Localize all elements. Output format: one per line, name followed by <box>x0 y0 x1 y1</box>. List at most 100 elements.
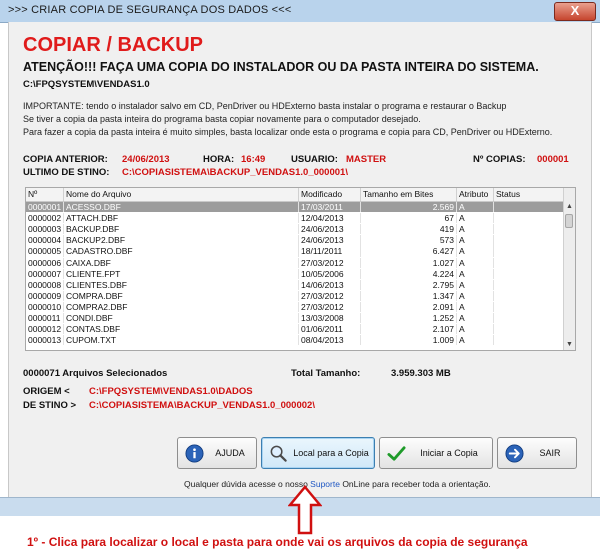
table-row[interactable]: 0000006 CAIXA.DBF 27/03/2012 1.027 A <box>26 257 564 268</box>
table-cell: A <box>457 290 494 302</box>
scroll-up-icon[interactable]: ▲ <box>564 201 575 212</box>
help-button[interactable]: AJUDA <box>177 437 257 469</box>
table-row[interactable]: 0000007 CLIENTE.FPT 10/05/2006 4.224 A <box>26 268 564 279</box>
magnifier-icon <box>270 445 287 462</box>
table-cell <box>494 257 564 268</box>
system-path: C:\FPQSYSTEM\VENDAS1.0 <box>23 79 150 90</box>
table-cell: 14/06/2013 <box>299 279 361 290</box>
table-cell: 419 <box>361 224 457 235</box>
table-row[interactable]: 0000008 CLIENTES.DBF 14/06/2013 2.795 A <box>26 279 564 290</box>
table-cell: 0000002 <box>26 213 64 224</box>
table-cell: 12/04/2013 <box>299 213 361 224</box>
table-cell: CAIXA.DBF <box>64 257 299 268</box>
table-cell: 0000007 <box>26 268 64 279</box>
table-cell <box>494 235 564 246</box>
copy-count-label: Nº COPIAS: <box>473 154 526 165</box>
table-cell: 24/06/2013 <box>299 235 361 246</box>
last-destination-path: C:\COPIASISTEMA\BACKUP_VENDAS1.0_000001\ <box>122 167 348 178</box>
warning-text: ATENÇÃO!!! FAÇA UMA COPIA DO INSTALADOR … <box>23 60 539 74</box>
table-cell: 2.569 <box>361 202 457 213</box>
main-panel: COPIAR / BACKUP ATENÇÃO!!! FAÇA UMA COPI… <box>8 22 592 497</box>
table-row[interactable]: 0000009 COMPRA.DBF 27/03/2012 1.347 A <box>26 290 564 302</box>
support-text-suffix: OnLine para receber toda a orientação. <box>339 479 491 489</box>
table-cell: A <box>457 246 494 257</box>
column-modified[interactable]: Modificado <box>299 188 361 201</box>
table-cell: 0000004 <box>26 235 64 246</box>
total-size-value: 3.959.303 MB <box>391 368 451 379</box>
start-copy-button-label: Iniciar a Copia <box>420 448 478 458</box>
origin-label: ORIGEM < <box>23 386 70 397</box>
close-button[interactable]: X <box>554 2 596 21</box>
table-cell: 6.427 <box>361 246 457 257</box>
column-size[interactable]: Tamanho em Bites <box>361 188 457 201</box>
table-cell: COMPRA2.DBF <box>64 301 299 313</box>
file-grid[interactable]: Nº Nome do Arquivo Modificado Tamanho em… <box>25 187 576 351</box>
table-cell: CLIENTE.FPT <box>64 268 299 279</box>
table-row[interactable]: 0000002 ATTACH.DBF 12/04/2013 67 A <box>26 213 564 224</box>
info-line-1: IMPORTANTE: tendo o instalador salvo em … <box>23 101 507 111</box>
table-cell: 0000011 <box>26 313 64 324</box>
copy-count-value: 000001 <box>537 154 569 165</box>
previous-copy-time: 16:49 <box>241 154 266 165</box>
table-cell: 0000008 <box>26 279 64 290</box>
table-cell: 1.252 <box>361 313 457 324</box>
table-cell: A <box>457 202 494 213</box>
last-destination-label: ULTIMO DE STINO: <box>23 167 110 178</box>
column-status[interactable]: Status <box>494 188 564 201</box>
locate-folder-button[interactable]: Local para a Copia <box>261 437 375 469</box>
origin-path: C:\FPQSYSTEM\VENDAS1.0\DADOS <box>89 386 253 397</box>
table-cell <box>494 335 564 346</box>
table-cell: 2.795 <box>361 279 457 290</box>
table-cell: 0000009 <box>26 290 64 302</box>
support-text: Qualquer dúvida acesse o nosso Suporte O… <box>184 479 491 489</box>
scroll-down-icon[interactable]: ▼ <box>564 339 575 350</box>
exit-button-label: SAIR <box>539 448 561 458</box>
window-title: >>> CRIAR COPIA DE SEGURANÇA DOS DADOS <… <box>8 4 292 16</box>
table-cell: 0000003 <box>26 224 64 235</box>
scroll-thumb[interactable] <box>565 214 573 228</box>
table-cell: BACKUP2.DBF <box>64 235 299 246</box>
start-copy-button[interactable]: Iniciar a Copia <box>379 437 493 469</box>
table-row[interactable]: 0000013 CUPOM.TXT 08/04/2013 1.009 A <box>26 335 564 346</box>
column-file-name[interactable]: Nome do Arquivo <box>64 188 299 201</box>
table-cell: 2.107 <box>361 324 457 335</box>
table-cell: 0000006 <box>26 257 64 268</box>
instruction-caption: 1º - Clica para localizar o local e past… <box>27 535 528 549</box>
table-cell <box>494 290 564 302</box>
table-cell <box>494 246 564 257</box>
table-row[interactable]: 0000001 ACESSO.DBF 17/03/2011 2.569 A <box>26 202 564 213</box>
total-size-label: Total Tamanho: <box>291 368 361 379</box>
table-cell: CUPOM.TXT <box>64 335 299 346</box>
table-cell: A <box>457 279 494 290</box>
table-cell: A <box>457 313 494 324</box>
table-row[interactable]: 0000012 CONTAS.DBF 01/06/2011 2.107 A <box>26 324 564 335</box>
backup-window: >>> CRIAR COPIA DE SEGURANÇA DOS DADOS <… <box>0 0 600 516</box>
table-cell: 1.347 <box>361 290 457 302</box>
table-cell: 1.027 <box>361 257 457 268</box>
table-cell: 24/06/2013 <box>299 224 361 235</box>
table-cell: BACKUP.DBF <box>64 224 299 235</box>
table-cell <box>494 202 564 213</box>
table-cell: 17/03/2011 <box>299 202 361 213</box>
column-number[interactable]: Nº <box>26 188 64 201</box>
table-cell: 0000013 <box>26 335 64 346</box>
table-cell <box>494 324 564 335</box>
title-bar[interactable]: >>> CRIAR COPIA DE SEGURANÇA DOS DADOS <… <box>0 0 600 23</box>
help-button-label: AJUDA <box>215 448 245 458</box>
table-cell: 0000012 <box>26 324 64 335</box>
table-cell <box>494 224 564 235</box>
table-cell: COMPRA.DBF <box>64 290 299 302</box>
table-row[interactable]: 0000004 BACKUP2.DBF 24/06/2013 573 A <box>26 235 564 246</box>
table-row[interactable]: 0000003 BACKUP.DBF 24/06/2013 419 A <box>26 224 564 235</box>
table-row[interactable]: 0000005 CADASTRO.DBF 18/11/2011 6.427 A <box>26 246 564 257</box>
user-label: USUARIO: <box>291 154 338 165</box>
exit-button[interactable]: SAIR <box>497 437 577 469</box>
column-attribute[interactable]: Atributo <box>457 188 494 201</box>
grid-scrollbar[interactable]: ▲ ▼ <box>563 188 575 350</box>
table-cell: 0000005 <box>26 246 64 257</box>
grid-header: Nº Nome do Arquivo Modificado Tamanho em… <box>26 188 564 202</box>
table-cell: CONTAS.DBF <box>64 324 299 335</box>
table-row[interactable]: 0000011 CONDI.DBF 13/03/2008 1.252 A <box>26 313 564 324</box>
table-cell: 573 <box>361 235 457 246</box>
table-row[interactable]: 0000010 COMPRA2.DBF 27/03/2012 2.091 A <box>26 301 564 313</box>
